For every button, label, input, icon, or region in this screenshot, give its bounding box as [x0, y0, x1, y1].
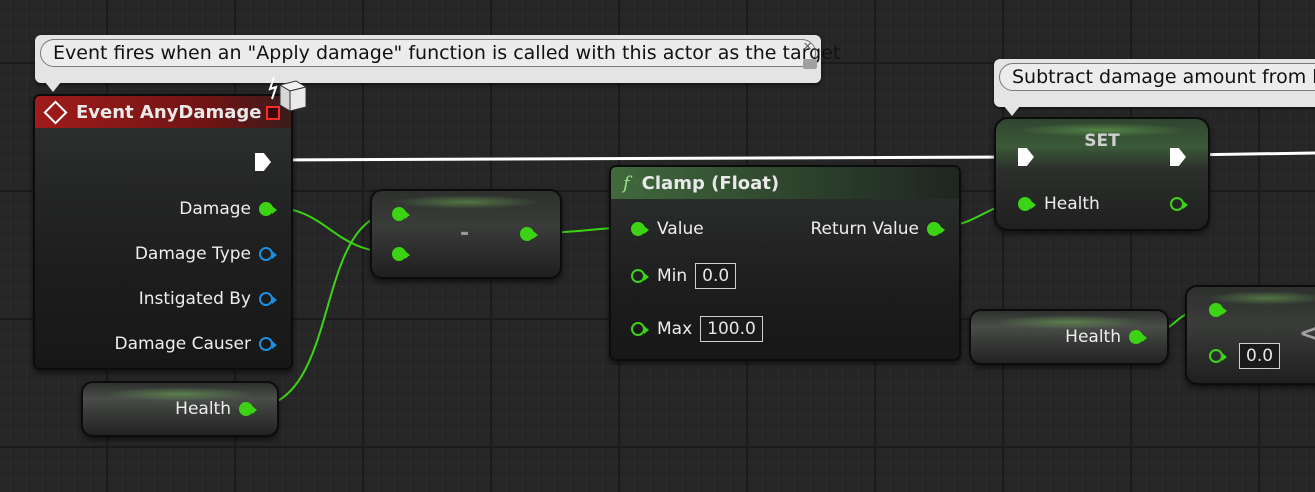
- function-icon: f: [623, 172, 630, 194]
- subtract-output[interactable]: [520, 227, 538, 241]
- event-anydamage-node[interactable]: Event AnyDamage Damage Damage Type Insti…: [33, 94, 293, 370]
- health-getter-right[interactable]: Health: [969, 309, 1169, 365]
- clamp-min-pin[interactable]: Min 0.0: [631, 263, 737, 289]
- comment-apply-damage[interactable]: Event fires when an "Apply damage" funct…: [35, 35, 840, 92]
- damage-pin-label: Damage: [179, 199, 251, 219]
- exec-output-pin[interactable]: [255, 153, 271, 171]
- health-getter-left-dot[interactable]: [239, 402, 257, 416]
- comment-tail: [45, 82, 61, 92]
- compare-input-b-value[interactable]: 0.0: [1239, 343, 1281, 369]
- compare-symbol: <: [1299, 319, 1315, 347]
- clamp-max-dot[interactable]: [631, 322, 649, 336]
- damage-pin[interactable]: Damage: [179, 199, 277, 219]
- damage-pin-dot[interactable]: [259, 202, 277, 216]
- comment-tail: [1004, 106, 1020, 116]
- subtract-node[interactable]: -: [370, 189, 562, 279]
- damage-type-pin[interactable]: Damage Type: [134, 244, 277, 264]
- replicated-event-cube-icon: [266, 73, 310, 117]
- set-health-output-dot[interactable]: [1170, 197, 1188, 211]
- health-getter-right-pin[interactable]: Health: [1065, 327, 1147, 347]
- damage-causer-pin-dot[interactable]: [259, 337, 277, 351]
- damage-causer-pin-label: Damage Causer: [114, 334, 251, 354]
- set-health-input-dot[interactable]: [1018, 197, 1036, 211]
- clamp-max-input[interactable]: 100.0: [700, 316, 763, 342]
- event-node-title: Event AnyDamage: [76, 101, 262, 123]
- event-node-header[interactable]: Event AnyDamage: [35, 96, 291, 128]
- set-health-node[interactable]: SET Health: [994, 117, 1210, 231]
- compare-input-b-pin[interactable]: 0.0: [1209, 343, 1281, 369]
- event-diamond-icon: [43, 99, 68, 125]
- instigated-by-pin[interactable]: Instigated By: [138, 289, 277, 309]
- clamp-min-label: Min: [657, 266, 688, 286]
- health-getter-right-label: Health: [1065, 327, 1121, 347]
- clamp-min-input[interactable]: 0.0: [695, 263, 737, 289]
- comment-apply-damage-text: Event fires when an "Apply damage" funct…: [40, 39, 840, 67]
- clamp-max-label: Max: [657, 319, 693, 339]
- health-getter-left-pin[interactable]: Health: [175, 399, 257, 419]
- compare-input-a[interactable]: [1209, 303, 1227, 317]
- health-getter-left[interactable]: Health: [81, 381, 279, 437]
- clamp-value-dot[interactable]: [631, 222, 649, 236]
- clamp-max-pin[interactable]: Max 100.0: [631, 316, 763, 342]
- set-health-input-pin[interactable]: Health: [1018, 194, 1100, 214]
- comment-subtract[interactable]: Subtract damage amount from hea: [994, 59, 1315, 116]
- subtract-input-b[interactable]: [392, 247, 410, 261]
- pin-comment-icon[interactable]: ✕: [803, 41, 817, 53]
- clamp-return-dot[interactable]: [927, 222, 945, 236]
- clamp-node-header[interactable]: f Clamp (Float): [611, 167, 959, 199]
- set-health-label: Health: [1044, 194, 1100, 214]
- clamp-float-node[interactable]: f Clamp (Float) Value Return Value Min 0…: [609, 165, 961, 361]
- less-than-node[interactable]: 0.0 <: [1185, 285, 1315, 385]
- clamp-value-pin[interactable]: Value: [631, 219, 704, 239]
- damage-type-pin-dot[interactable]: [259, 247, 277, 261]
- comment-subtract-text: Subtract damage amount from hea: [999, 63, 1315, 91]
- subtract-symbol: -: [460, 221, 470, 246]
- comment-expand-icon[interactable]: [803, 59, 817, 69]
- damage-causer-pin[interactable]: Damage Causer: [114, 334, 277, 354]
- clamp-value-label: Value: [657, 219, 704, 239]
- clamp-node-title: Clamp (Float): [641, 172, 780, 194]
- compare-input-b-dot[interactable]: [1209, 349, 1227, 363]
- subtract-input-a[interactable]: [392, 207, 410, 221]
- health-getter-left-label: Health: [175, 399, 231, 419]
- health-getter-right-dot[interactable]: [1129, 330, 1147, 344]
- clamp-return-pin[interactable]: Return Value: [810, 219, 945, 239]
- damage-type-pin-label: Damage Type: [134, 244, 251, 264]
- clamp-return-label: Return Value: [810, 219, 920, 239]
- instigated-by-pin-dot[interactable]: [259, 292, 277, 306]
- clamp-min-dot[interactable]: [631, 269, 649, 283]
- instigated-by-pin-label: Instigated By: [138, 289, 251, 309]
